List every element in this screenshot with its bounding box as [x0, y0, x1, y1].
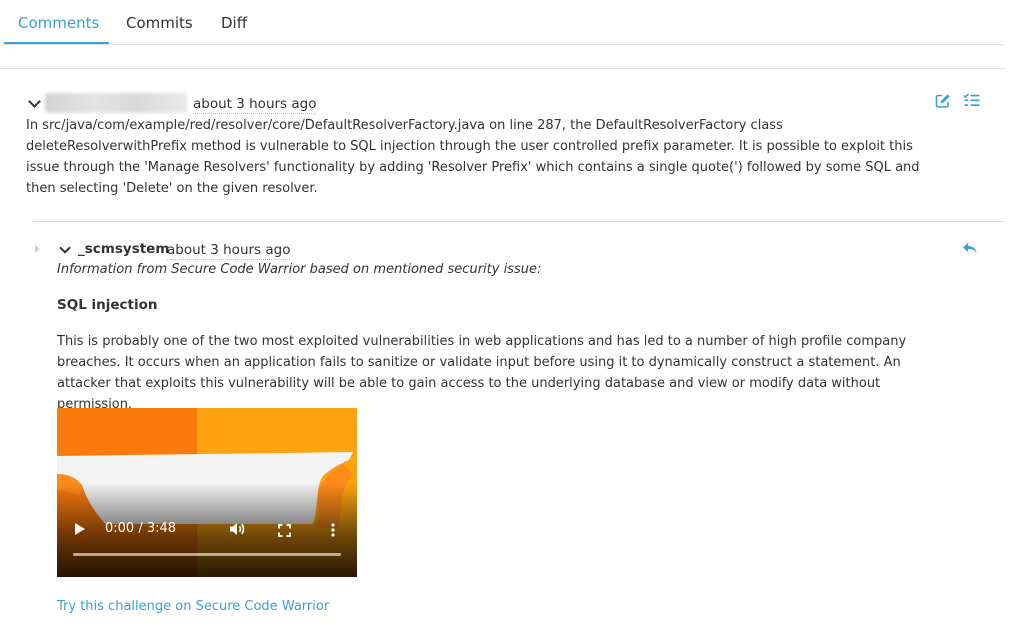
- reply-author[interactable]: _scmsystem: [78, 241, 169, 257]
- tab-commits[interactable]: Commits: [126, 14, 193, 32]
- reply-timestamp[interactable]: about 3 hours ago: [167, 242, 291, 260]
- fullscreen-icon[interactable]: [278, 522, 291, 541]
- play-icon[interactable]: [75, 523, 85, 535]
- vulnerability-title: SQL injection: [57, 297, 158, 313]
- comment-author-redacted: [45, 93, 187, 113]
- challenge-link[interactable]: Try this challenge on Secure Code Warrio…: [57, 599, 329, 614]
- chevron-down-icon[interactable]: [28, 95, 41, 108]
- active-tab-indicator: [4, 42, 109, 44]
- reply-intro: Information from Secure Code Warrior bas…: [57, 262, 542, 277]
- caret-right-icon[interactable]: [35, 245, 40, 253]
- chevron-down-icon[interactable]: [59, 242, 71, 254]
- tasklist-icon[interactable]: [963, 93, 980, 112]
- tab-bar: Comments Commits Diff: [2, 0, 1004, 45]
- video-progress-bar[interactable]: [73, 553, 341, 556]
- video-time: 0:00 / 3:48: [105, 521, 177, 536]
- edit-icon[interactable]: [935, 93, 951, 113]
- tab-comments[interactable]: Comments: [18, 14, 99, 32]
- reply-icon[interactable]: [962, 240, 978, 259]
- comment-divider: [33, 221, 1004, 222]
- tabs-separator: [0, 68, 1005, 69]
- comment-timestamp[interactable]: about 3 hours ago: [193, 96, 317, 114]
- video-controls-overlay: [57, 482, 357, 577]
- tab-diff[interactable]: Diff: [221, 14, 247, 32]
- video-player[interactable]: 0:00 / 3:48: [57, 408, 357, 577]
- volume-icon[interactable]: [229, 521, 245, 540]
- vulnerability-description: This is probably one of the two most exp…: [57, 334, 907, 412]
- more-vertical-icon[interactable]: [331, 522, 335, 541]
- comment-body: In src/java/com/example/red/resolver/cor…: [26, 118, 920, 196]
